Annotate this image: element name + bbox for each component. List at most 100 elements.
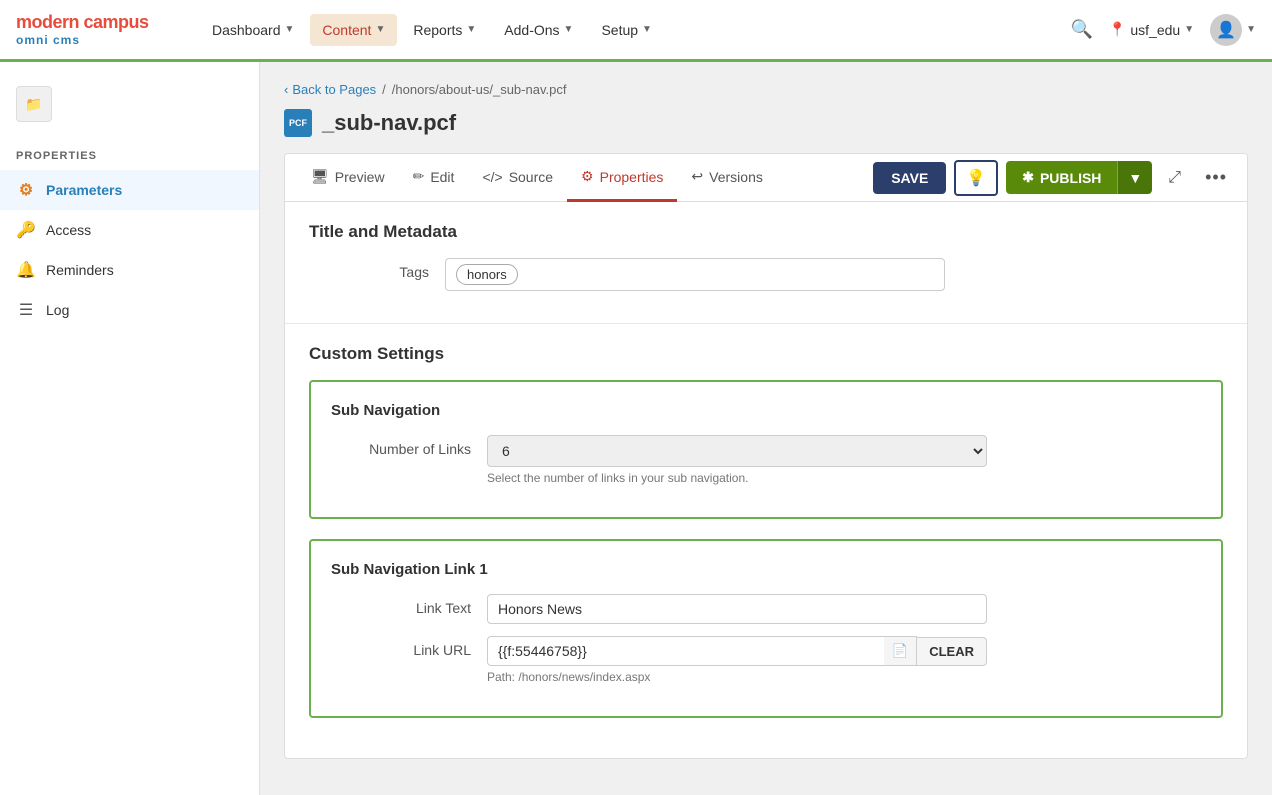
nav-right: 🔍 📍 usf_edu ▼ 👤 ▼ xyxy=(1071,14,1257,46)
tags-label: Tags xyxy=(309,258,429,280)
publish-icon: ✱ xyxy=(1022,169,1034,186)
link-text-row: Link Text xyxy=(331,594,1201,624)
domain-label: usf_edu xyxy=(1130,22,1180,38)
access-icon: 🔑 xyxy=(16,220,36,240)
sidebar-item-reminders[interactable]: 🔔 Reminders xyxy=(0,250,259,290)
nav-addons-chevron: ▼ xyxy=(564,24,574,35)
link-url-file-button[interactable]: 📄 xyxy=(884,636,918,666)
publish-group: ✱ PUBLISH ▼ xyxy=(1006,161,1152,194)
expand-button[interactable]: ⤢ xyxy=(1160,165,1189,191)
sub-navigation-title: Sub Navigation xyxy=(331,402,1201,419)
nav-setup-chevron: ▼ xyxy=(642,24,652,35)
link-url-row: Link URL 📄 CLEAR Path: /honors/news/inde… xyxy=(331,636,1201,684)
nav-content-chevron: ▼ xyxy=(375,24,385,35)
tab-source-label: Source xyxy=(509,169,553,185)
publish-dropdown-button[interactable]: ▼ xyxy=(1117,161,1152,194)
user-menu[interactable]: 👤 ▼ xyxy=(1210,14,1256,46)
pcf-icon: PCF xyxy=(284,109,312,137)
tab-preview[interactable]: 🖥 Preview xyxy=(297,154,399,202)
sidebar-item-log[interactable]: ☰ Log xyxy=(0,290,259,330)
nav-reports[interactable]: Reports ▼ xyxy=(401,14,488,46)
sub-navigation-box: Sub Navigation Number of Links 6 1 2 3 4… xyxy=(309,380,1223,519)
user-chevron: ▼ xyxy=(1246,24,1256,35)
nav-content[interactable]: Content ▼ xyxy=(310,14,397,46)
save-button[interactable]: SAVE xyxy=(873,162,946,194)
sidebar-item-parameters-label: Parameters xyxy=(46,182,122,198)
sub-nav-link1-title: Sub Navigation Link 1 xyxy=(331,561,1201,578)
content-card: 🖥 Preview ✏ Edit </> Source ⚙ Properties… xyxy=(284,153,1248,759)
tags-input[interactable]: honors xyxy=(445,258,945,291)
user-avatar: 👤 xyxy=(1210,14,1242,46)
log-icon: ☰ xyxy=(16,300,36,320)
sidebar-item-log-label: Log xyxy=(46,302,69,318)
sidebar-item-access[interactable]: 🔑 Access xyxy=(0,210,259,250)
custom-settings-heading: Custom Settings xyxy=(309,344,1223,364)
page-title: _sub-nav.pcf xyxy=(322,110,456,136)
tab-edit-label: Edit xyxy=(430,169,454,185)
tab-versions[interactable]: ↩ Versions xyxy=(677,154,776,202)
nav-dashboard-label: Dashboard xyxy=(212,22,281,38)
tab-preview-label: Preview xyxy=(335,169,385,185)
nav-addons[interactable]: Add-Ons ▼ xyxy=(492,14,585,46)
nav-dashboard-chevron: ▼ xyxy=(285,24,295,35)
top-nav: modern campus omni cms Dashboard ▼ Conte… xyxy=(0,0,1272,62)
preview-icon: 🖥 xyxy=(311,168,329,185)
layout: 📁 PROPERTIES ⚙ Parameters 🔑 Access 🔔 Rem… xyxy=(0,62,1272,795)
sub-navigation-link1-box: Sub Navigation Link 1 Link Text Link URL xyxy=(309,539,1223,718)
num-links-row: Number of Links 6 1 2 3 4 5 7 8 xyxy=(331,435,1201,485)
tabs-bar: 🖥 Preview ✏ Edit </> Source ⚙ Properties… xyxy=(285,154,1247,202)
tab-edit[interactable]: ✏ Edit xyxy=(399,154,469,202)
back-to-pages-link[interactable]: ‹ Back to Pages xyxy=(284,82,376,97)
publish-label: PUBLISH xyxy=(1040,170,1101,186)
nav-setup[interactable]: Setup ▼ xyxy=(589,14,664,46)
search-button[interactable]: 🔍 xyxy=(1071,19,1093,40)
sidebar-item-parameters[interactable]: ⚙ Parameters xyxy=(0,170,259,210)
tab-properties[interactable]: ⚙ Properties xyxy=(567,154,677,202)
title-metadata-heading: Title and Metadata xyxy=(309,222,1223,242)
domain-selector[interactable]: 📍 usf_edu ▼ xyxy=(1109,21,1194,38)
location-icon: 📍 xyxy=(1109,21,1126,38)
back-to-pages-label: Back to Pages xyxy=(292,82,376,97)
nav-reports-label: Reports xyxy=(413,22,462,38)
sidebar-top: 📁 xyxy=(0,78,259,138)
link-url-clear-button[interactable]: CLEAR xyxy=(917,637,987,666)
lightbulb-button[interactable]: 💡 xyxy=(954,160,998,196)
breadcrumb-separator: / xyxy=(382,82,386,97)
more-options-button[interactable]: ••• xyxy=(1197,163,1235,192)
link-text-input[interactable] xyxy=(487,594,987,624)
link-url-input[interactable] xyxy=(487,636,884,666)
title-metadata-section: Title and Metadata Tags honors xyxy=(285,202,1247,324)
logo-text: modern campus xyxy=(16,12,176,33)
reminders-icon: 🔔 xyxy=(16,260,36,280)
publish-button[interactable]: ✱ PUBLISH xyxy=(1006,161,1117,194)
logo-sub: omni cms xyxy=(16,33,176,47)
tag-honors[interactable]: honors xyxy=(456,264,518,285)
link-text-label: Link Text xyxy=(331,594,471,616)
link-url-path-hint: Path: /honors/news/index.aspx xyxy=(487,670,1201,684)
tab-source[interactable]: </> Source xyxy=(468,155,567,202)
edit-icon: ✏ xyxy=(413,168,425,185)
num-links-select[interactable]: 6 1 2 3 4 5 7 8 9 10 xyxy=(487,435,987,467)
nav-content-label: Content xyxy=(322,22,371,38)
nav-addons-label: Add-Ons xyxy=(504,22,559,38)
tab-actions: SAVE 💡 ✱ PUBLISH ▼ ⤢ ••• xyxy=(873,160,1235,196)
num-links-control: 6 1 2 3 4 5 7 8 9 10 Select xyxy=(487,435,1201,485)
breadcrumb: ‹ Back to Pages / /honors/about-us/_sub-… xyxy=(284,82,1248,97)
num-links-hint: Select the number of links in your sub n… xyxy=(487,471,1201,485)
nav-dashboard[interactable]: Dashboard ▼ xyxy=(200,14,306,46)
sidebar-item-reminders-label: Reminders xyxy=(46,262,114,278)
nav-reports-chevron: ▼ xyxy=(466,24,476,35)
link-url-label: Link URL xyxy=(331,636,471,658)
breadcrumb-path: /honors/about-us/_sub-nav.pcf xyxy=(392,82,567,97)
parameters-icon: ⚙ xyxy=(16,180,36,200)
page-title-row: PCF _sub-nav.pcf xyxy=(284,109,1248,137)
sidebar-section-label: PROPERTIES xyxy=(0,138,259,170)
tab-versions-label: Versions xyxy=(709,169,763,185)
versions-icon: ↩ xyxy=(691,168,703,185)
folder-button[interactable]: 📁 xyxy=(16,86,52,122)
link-url-input-group: 📄 CLEAR xyxy=(487,636,987,666)
logo: modern campus omni cms xyxy=(16,12,176,47)
tags-row: Tags honors xyxy=(309,258,1223,291)
sidebar: 📁 PROPERTIES ⚙ Parameters 🔑 Access 🔔 Rem… xyxy=(0,62,260,795)
nav-setup-label: Setup xyxy=(601,22,638,38)
